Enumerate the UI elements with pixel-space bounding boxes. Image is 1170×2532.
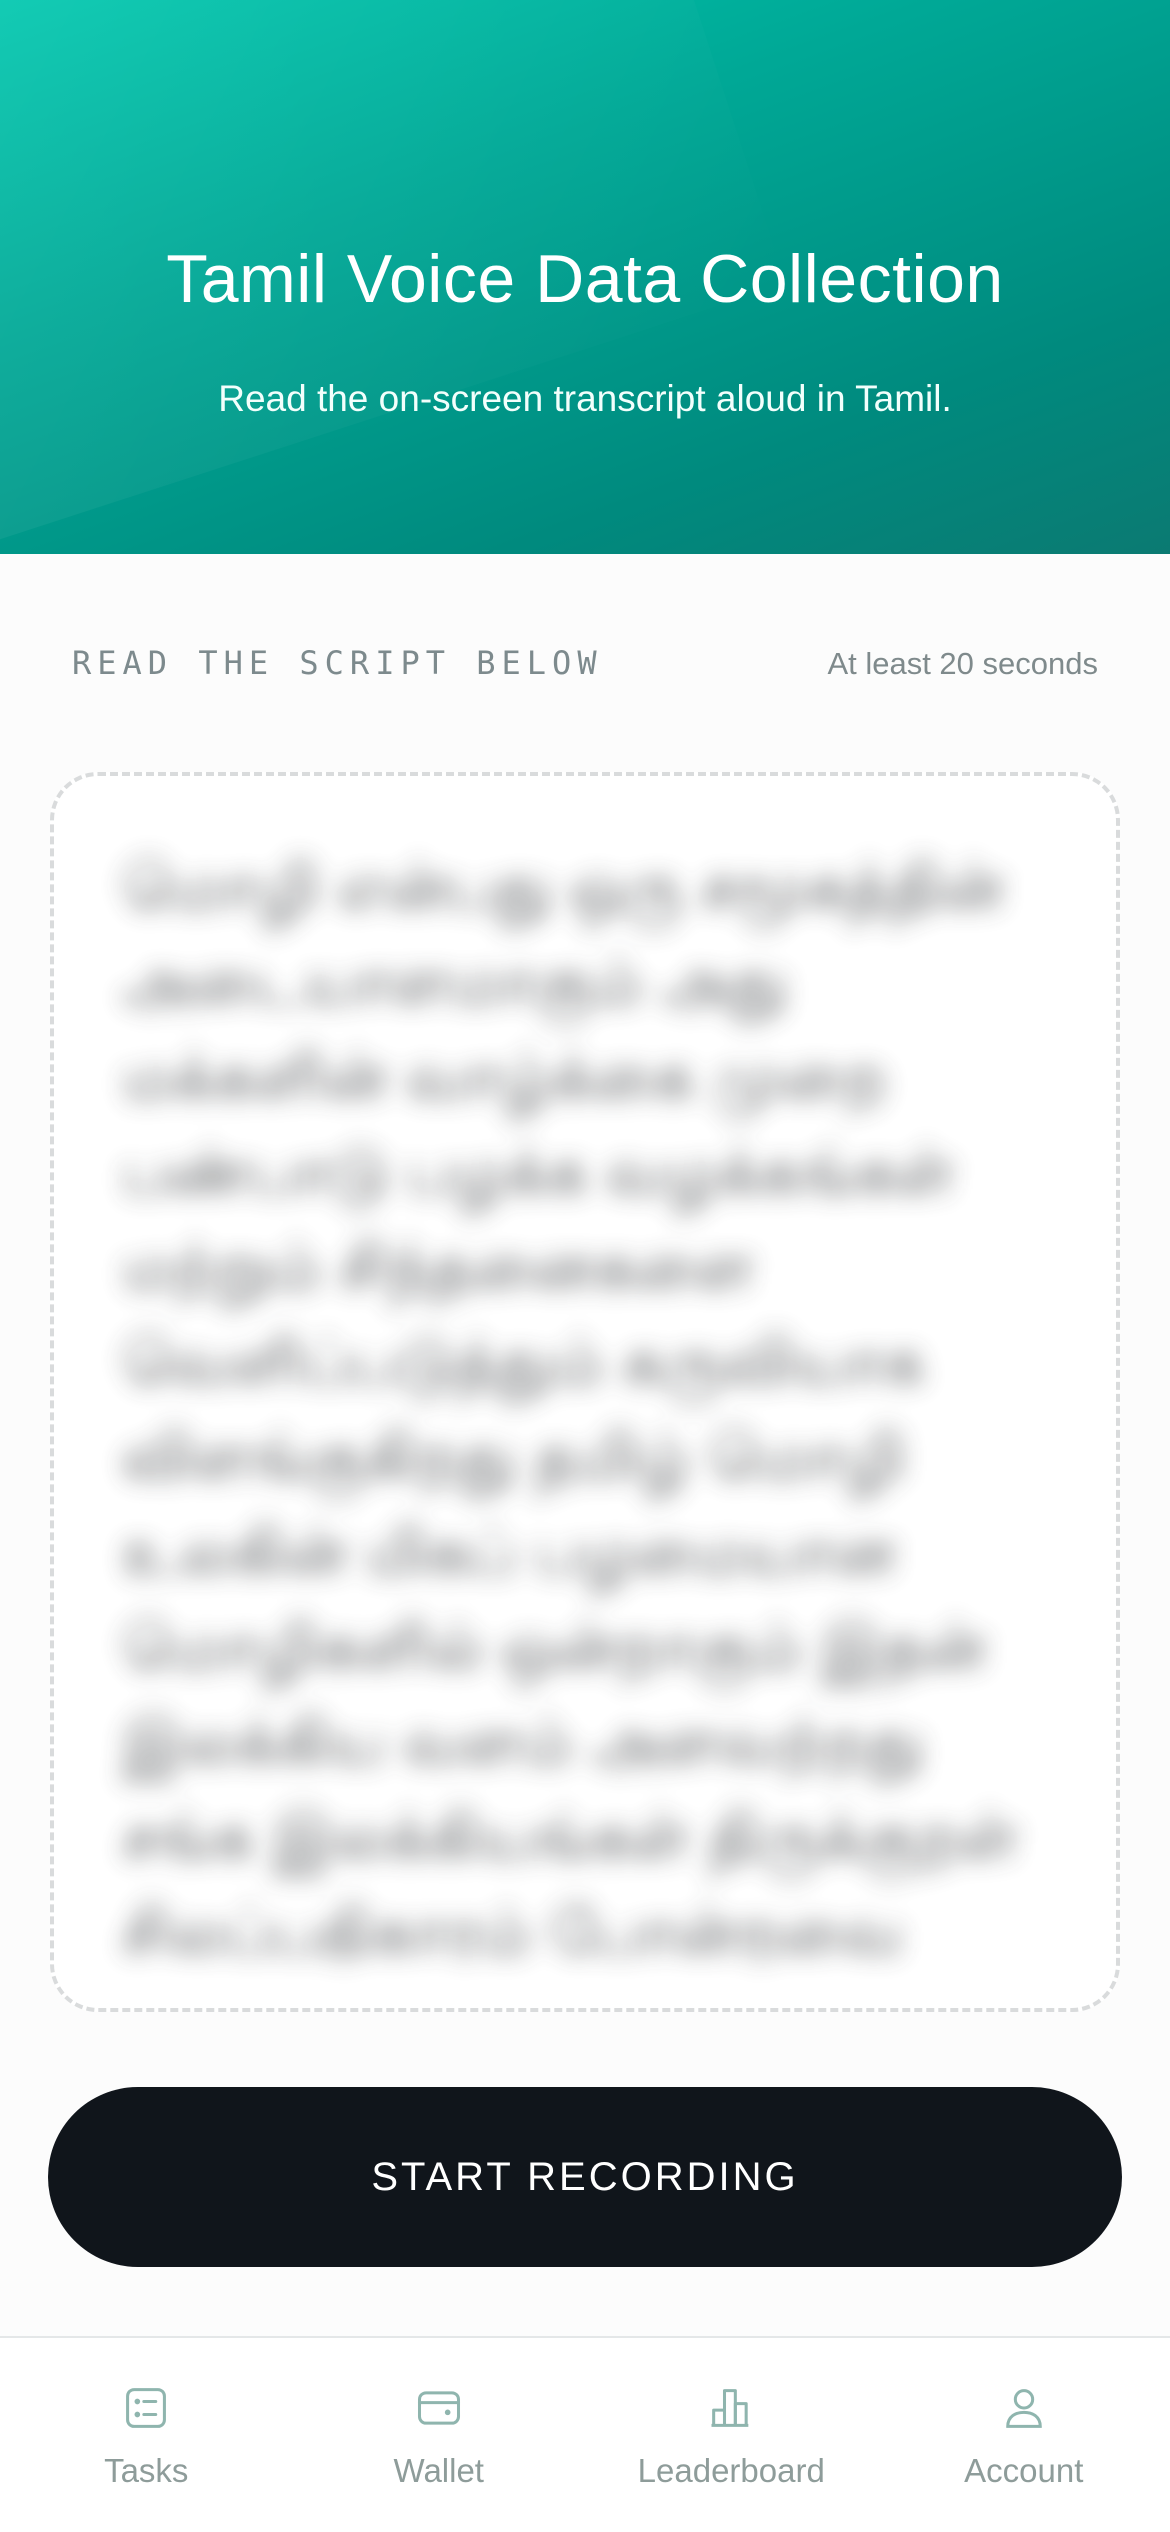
page-title: Tamil Voice Data Collection xyxy=(166,241,1004,317)
wallet-icon xyxy=(417,2391,460,2425)
header-banner: Tamil Voice Data Collection Read the on-… xyxy=(0,0,1170,554)
tab-account[interactable]: Account xyxy=(878,2338,1170,2532)
page-subtitle: Read the on-screen transcript aloud in T… xyxy=(218,378,952,419)
tab-label-leaderboard: Leaderboard xyxy=(637,2452,825,2489)
start-recording-button[interactable]: START RECORDING xyxy=(48,2087,1122,2267)
tab-wallet[interactable]: Wallet xyxy=(293,2338,586,2532)
script-duration: At least 20 seconds xyxy=(827,646,1098,681)
tab-leaderboard[interactable]: Leaderboard xyxy=(585,2338,878,2532)
tab-tasks[interactable]: Tasks xyxy=(0,2338,293,2532)
list-icon xyxy=(126,2388,167,2428)
bottom-tab-bar: Tasks Wallet Leaderboard Account xyxy=(0,2336,1170,2532)
script-label: READ THE SCRIPT BELOW xyxy=(72,644,603,682)
script-text: மொழி என்பது ஒரு சமூகத்தின் அடையாளமாகும் … xyxy=(122,851,1019,1960)
bar-chart-icon xyxy=(711,2389,749,2427)
tab-label-tasks: Tasks xyxy=(104,2452,189,2489)
tab-label-wallet: Wallet xyxy=(393,2452,484,2489)
user-icon xyxy=(1005,2389,1042,2428)
tab-label-account: Account xyxy=(964,2452,1084,2489)
